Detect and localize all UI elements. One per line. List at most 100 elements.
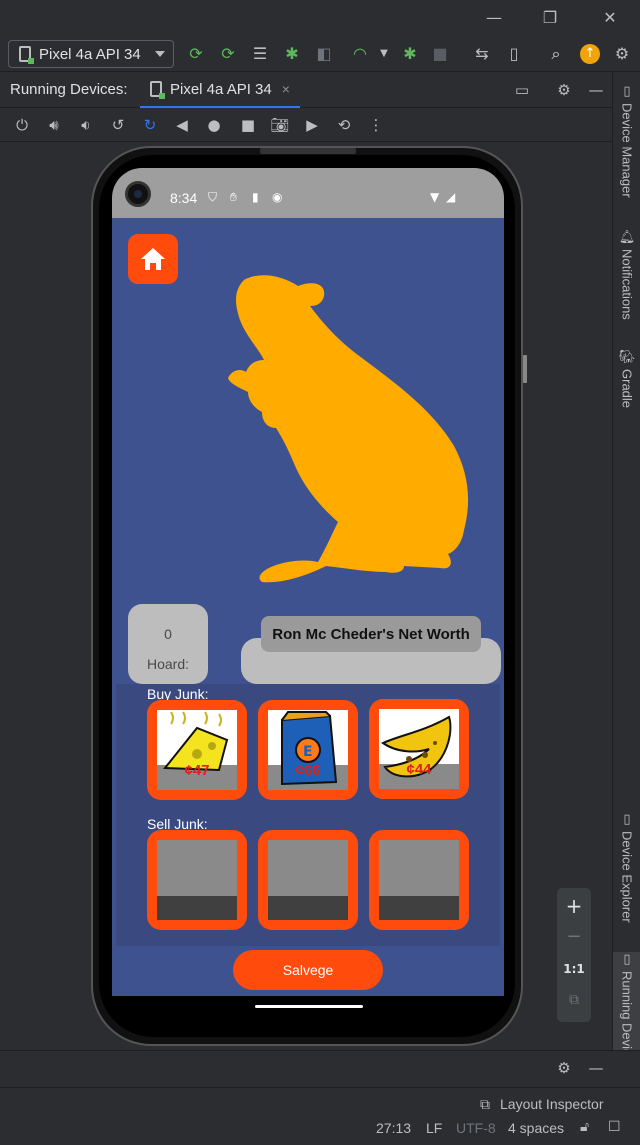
overview-icon[interactable]: ■ xyxy=(238,115,258,135)
home-button[interactable] xyxy=(128,234,178,284)
phone-screen: 8:34 ⛉ ✋︎ ▮ ◉ ▼ ◢ 0 Hoard: Ron Mc Cheder… xyxy=(112,168,504,996)
minimize-button[interactable]: — xyxy=(482,8,506,28)
buy-price: ¢44 xyxy=(406,761,432,778)
sell-slot-1[interactable] xyxy=(147,830,247,930)
main-toolbar: Pixel 4a API 34 ⟳ ⟳ ☰ ✱ ◧ ◠ ▼ ✱ ■ ⇆ ▯ ⌕ … xyxy=(0,36,640,72)
restore-button[interactable]: ❐ xyxy=(538,8,562,28)
ide-status-bar: ⧉ Layout Inspector 27:13 LF UTF-8 4 spac… xyxy=(0,1087,640,1145)
buy-price: ¢66 xyxy=(295,762,321,779)
status-time: 8:34 xyxy=(170,190,198,206)
device-selector-label: Pixel 4a API 34 xyxy=(39,45,141,63)
hoard-box: 0 Hoard: xyxy=(128,604,208,684)
zoom-in-button[interactable]: + xyxy=(557,894,591,918)
home-icon xyxy=(141,248,165,270)
gradle-label: Gradle xyxy=(619,369,635,409)
settings-icon[interactable]: ⚙ xyxy=(612,44,632,64)
indent-setting[interactable]: 4 spaces xyxy=(508,1120,564,1136)
net-worth-title: Ron Mc Cheder's Net Worth xyxy=(261,616,481,652)
sd-card-icon: ▮ xyxy=(252,190,259,204)
right-tool-strip: ▯ Device Manager 🔔︎ Notifications 🐘︎ Gra… xyxy=(612,72,640,1077)
buy-slot-chips[interactable]: E ¢66 xyxy=(258,700,358,800)
gradle-tab[interactable]: 🐘︎ Gradle xyxy=(613,350,640,408)
hoard-value: 0 xyxy=(164,626,172,642)
record-icon[interactable]: ▶ xyxy=(302,115,322,135)
android-status-bar: 8:34 ⛉ ✋︎ ▮ ◉ ▼ ◢ xyxy=(112,168,504,218)
close-window-button[interactable]: ✕ xyxy=(598,8,622,28)
run-icon[interactable]: ⟳ xyxy=(186,44,206,64)
svg-text:E: E xyxy=(303,744,313,760)
settings-icon[interactable]: ⚙ xyxy=(554,1058,574,1078)
emulator-controls: ⏻ 🔊︎ 🔉︎ ↺ ↻ ◀ ● ■ 📷︎ ▶ ⟲ ⋮ xyxy=(0,108,612,142)
device-manager-icon: ▯ xyxy=(623,84,631,99)
app-icon: ◉ xyxy=(272,190,283,204)
screenshot-icon[interactable]: 📷︎ xyxy=(270,115,290,135)
notifications-icon[interactable]: ☐ xyxy=(608,1118,621,1135)
zoom-fit-icon[interactable]: ⧉ xyxy=(557,992,591,1008)
rotate-left-icon[interactable]: ↺ xyxy=(108,115,128,135)
line-ending[interactable]: LF xyxy=(426,1120,442,1136)
shield-icon: ⛉ xyxy=(208,190,218,204)
gesture-nav-pill[interactable] xyxy=(255,1005,363,1008)
buy-slot-cheese[interactable]: ¢47 xyxy=(147,700,247,800)
phone-icon xyxy=(19,46,34,64)
gradle-icon: 🐘︎ xyxy=(618,350,636,365)
close-tab-icon[interactable]: × xyxy=(282,81,290,97)
stop-icon[interactable]: ■ xyxy=(430,44,450,64)
power-icon[interactable]: ⏻ xyxy=(12,115,32,135)
tab-pixel-4a[interactable]: Pixel 4a API 34 × xyxy=(140,72,300,108)
title-bar: — ❐ ✕ xyxy=(0,0,640,36)
sell-slot-3[interactable] xyxy=(369,830,469,930)
attach-process-icon[interactable]: ✱ xyxy=(400,44,420,64)
bottom-toolbar: ⚙ — xyxy=(0,1050,640,1084)
salvage-button[interactable]: Salvege xyxy=(233,950,383,990)
signal-icon: ◢ xyxy=(446,190,456,204)
device-selector[interactable]: Pixel 4a API 34 xyxy=(8,40,174,68)
wifi-icon: ▼ xyxy=(430,190,440,204)
debug-icon[interactable]: ✱ xyxy=(282,44,302,64)
running-devices-icon: ▯ xyxy=(623,952,631,967)
rat-image xyxy=(228,275,469,583)
sell-slot-2[interactable] xyxy=(258,830,358,930)
volume-down-icon[interactable]: 🔉︎ xyxy=(76,115,96,135)
cursor-position[interactable]: 27:13 xyxy=(376,1120,411,1136)
attach-debugger-icon[interactable]: ◧ xyxy=(314,44,334,64)
volume-up-icon[interactable]: 🔊︎ xyxy=(44,115,64,135)
hoard-label: Hoard: xyxy=(146,656,190,672)
layout-inspector-link[interactable]: Layout Inspector xyxy=(500,1096,604,1112)
profiler-dropdown-icon[interactable]: ▼ xyxy=(374,44,394,64)
phone-side-button[interactable] xyxy=(523,355,527,383)
layout-inspector-icon: ⧉ xyxy=(480,1096,490,1112)
device-manager-icon[interactable]: ▯ xyxy=(504,44,524,64)
zoom-out-button[interactable]: − xyxy=(557,926,591,947)
home-icon[interactable]: ● xyxy=(204,115,224,135)
device-mirror-icon[interactable]: ⇆ xyxy=(472,44,492,64)
notifications-tab[interactable]: 🔔︎ Notifications xyxy=(613,230,640,320)
camera-icon xyxy=(125,181,151,207)
phone-speaker xyxy=(260,148,356,154)
buy-slot-banana[interactable]: ¢44 xyxy=(369,699,469,799)
notifications-label: Notifications xyxy=(619,249,635,320)
running-devices-header: Running Devices: Pixel 4a API 34 × ▭ ⚙ — xyxy=(0,72,612,108)
settings-icon[interactable]: ⚙ xyxy=(554,80,574,100)
rotate-right-icon[interactable]: ↻ xyxy=(140,115,160,135)
hide-panel-icon[interactable]: — xyxy=(586,1058,606,1078)
zoom-panel: + − 1:1 ⧉ xyxy=(557,888,591,1022)
hide-panel-icon[interactable]: — xyxy=(586,80,606,100)
lock-icon[interactable]: 🔓︎ xyxy=(580,1118,589,1135)
snapshot-icon[interactable]: ⟲ xyxy=(334,115,354,135)
zoom-actual-size-button[interactable]: 1:1 xyxy=(557,962,591,976)
more-options-icon[interactable]: ⋮ xyxy=(366,115,386,135)
apply-changes-icon[interactable]: ⟳ xyxy=(218,44,238,64)
buy-price: ¢47 xyxy=(184,762,210,779)
file-encoding[interactable]: UTF-8 xyxy=(456,1120,496,1136)
profiler-icon[interactable]: ◠ xyxy=(350,44,370,64)
window-layout-icon[interactable]: ▭ xyxy=(512,80,532,100)
phone-icon xyxy=(150,81,165,99)
device-explorer-tab[interactable]: ▯ Device Explorer xyxy=(613,812,640,923)
search-icon[interactable]: ⌕ xyxy=(546,44,566,64)
update-icon[interactable]: ↑ xyxy=(580,44,600,64)
back-icon[interactable]: ◀ xyxy=(172,115,192,135)
device-manager-tab[interactable]: ▯ Device Manager xyxy=(613,84,640,198)
chevron-down-icon xyxy=(155,51,165,57)
logcat-icon[interactable]: ☰ xyxy=(250,44,270,64)
